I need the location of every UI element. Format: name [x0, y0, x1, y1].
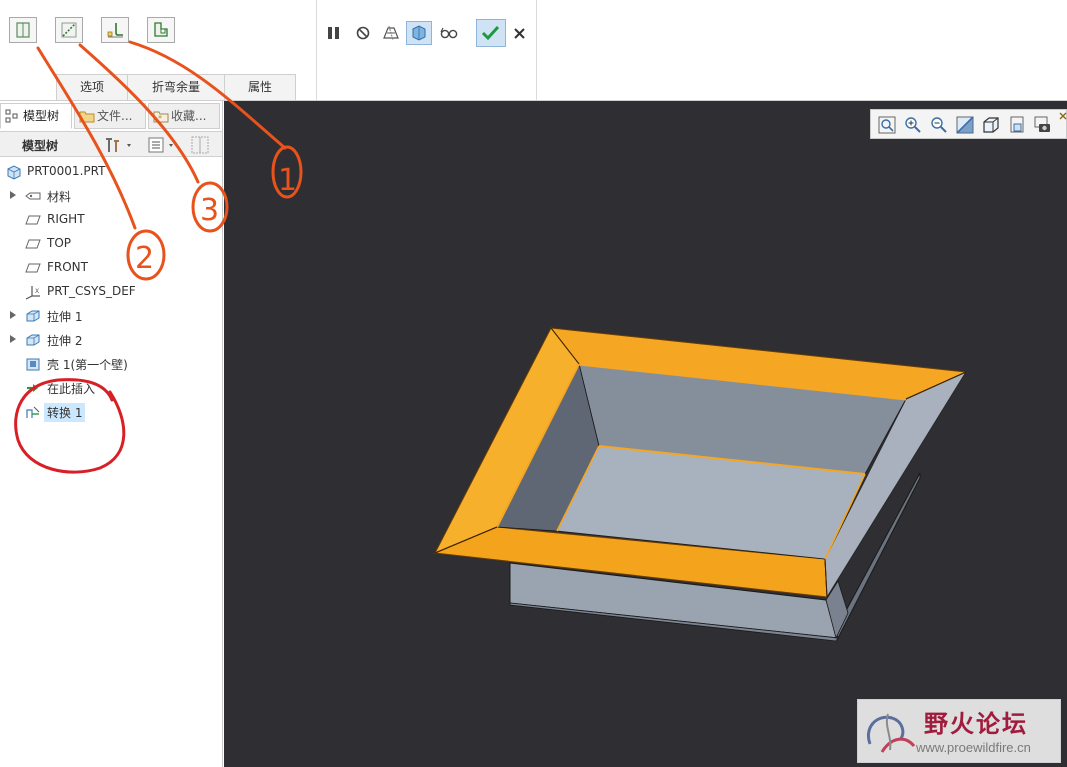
insert-here-icon — [27, 384, 38, 392]
expand-arrow-icon[interactable] — [10, 335, 16, 343]
tab-favorites[interactable]: * 收藏... — [148, 103, 220, 129]
bend-corner-icon — [107, 23, 123, 38]
tree-filter-icon[interactable] — [147, 135, 177, 155]
corner-relief-button[interactable] — [147, 17, 175, 43]
navigator-panel: 模型树 文件... * 收藏... 模型树 PRT0001.PRT 材料 RIG… — [0, 101, 223, 767]
cancel-button[interactable] — [509, 22, 531, 44]
subtab-properties[interactable]: 属性 — [224, 74, 296, 100]
ribbon: 选项 折弯余量 属性 — [0, 0, 1067, 101]
tab-folder-browser[interactable]: 文件... — [74, 103, 146, 129]
csys-icon: X — [25, 286, 40, 300]
datum-plane-icon — [25, 215, 41, 225]
svg-text:*: * — [158, 114, 162, 123]
tree-item-shell[interactable]: 壳 1(第一个壁) — [0, 353, 220, 375]
extrude-icon — [26, 310, 40, 322]
ok-button[interactable] — [476, 19, 506, 47]
stop-icon — [356, 26, 370, 40]
graphics-viewport[interactable]: 野火论坛 www.proewildfire.cn — [224, 101, 1067, 767]
subtab-bend-allowance[interactable]: 折弯余量 — [127, 74, 225, 100]
expand-arrow-icon[interactable] — [10, 311, 16, 319]
stop-button[interactable] — [352, 22, 374, 44]
flat-wall-button[interactable] — [9, 17, 37, 43]
tree-item-top[interactable]: TOP — [0, 233, 220, 255]
tree-settings-icon[interactable] — [103, 135, 133, 155]
preview-button[interactable] — [380, 22, 402, 44]
datum-plane-icon — [25, 239, 41, 249]
verify-button[interactable] — [406, 21, 432, 45]
forum-logo-icon — [867, 713, 916, 753]
favorites-icon: * — [153, 111, 169, 123]
edge-rip-icon — [61, 22, 77, 38]
model-tree-title: 模型树 — [22, 139, 59, 153]
tree-item-front[interactable]: FRONT — [0, 257, 220, 279]
tree-item-insert-here[interactable]: 在此插入 — [0, 377, 220, 399]
subtab-options[interactable]: 选项 — [56, 74, 128, 100]
model-tree-icon — [5, 109, 18, 123]
folder-icon — [79, 111, 95, 123]
bend-corner-button[interactable] — [101, 17, 129, 43]
tree-item-right[interactable]: RIGHT — [0, 209, 220, 231]
ribbon-separator — [316, 0, 317, 100]
model-tree-header: 模型树 — [0, 131, 222, 157]
glasses-icon — [440, 27, 458, 39]
forum-watermark: 野火论坛 www.proewildfire.cn — [857, 699, 1061, 763]
tree-item-extrude-1[interactable]: 拉伸 1 — [0, 305, 220, 327]
datum-plane-icon — [25, 263, 41, 273]
tree-item-convert-1[interactable]: 转换 1 — [0, 401, 220, 423]
watermark-title: 野火论坛 — [924, 710, 1028, 738]
svg-text:X: X — [35, 288, 39, 295]
corner-relief-icon — [154, 22, 168, 37]
tree-item-csys[interactable]: X PRT_CSYS_DEF — [0, 281, 220, 303]
verify-icon — [412, 25, 426, 41]
material-icon — [25, 192, 41, 200]
tree-columns-icon[interactable] — [190, 135, 216, 155]
shell-icon — [26, 358, 40, 371]
expand-arrow-icon[interactable] — [10, 191, 16, 199]
part-icon — [7, 165, 21, 180]
sheet-metal-tray-model[interactable] — [224, 101, 1067, 767]
tree-item-material[interactable]: 材料 — [0, 185, 220, 207]
cancel-x-icon — [514, 28, 525, 39]
watermark-url: www.proewildfire.cn — [916, 740, 1031, 755]
edge-rip-button[interactable] — [55, 17, 83, 43]
tree-item-part[interactable]: PRT0001.PRT — [0, 161, 220, 183]
glasses-button[interactable] — [438, 22, 460, 44]
ok-check-icon — [481, 25, 500, 41]
ribbon-separator — [536, 0, 537, 100]
convert-icon — [26, 406, 40, 418]
tree-item-extrude-2[interactable]: 拉伸 2 — [0, 329, 220, 351]
tab-model-tree[interactable]: 模型树 — [0, 103, 72, 129]
preview-icon — [383, 25, 399, 41]
extrude-icon — [26, 334, 40, 346]
pause-icon — [328, 27, 339, 39]
flat-wall-icon — [16, 22, 30, 38]
pause-button[interactable] — [323, 22, 345, 44]
